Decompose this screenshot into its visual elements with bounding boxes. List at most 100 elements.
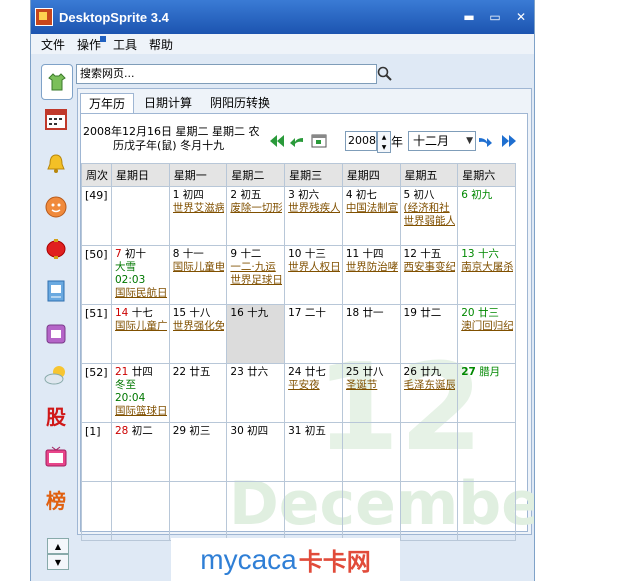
day-cell[interactable]: 9 十二 一二·九运 世界足球日 xyxy=(226,245,286,305)
day-cell[interactable]: 20 廿三 澳门回归纪 xyxy=(457,304,516,364)
festival-link[interactable]: 中国法制宣 xyxy=(346,202,398,215)
shirt-icon[interactable] xyxy=(41,64,73,100)
day-number-line: 21 廿四 xyxy=(115,366,167,379)
face-icon[interactable] xyxy=(43,194,69,220)
day-cell[interactable]: 11 十四 世界防治哮 xyxy=(341,245,401,305)
tab-perpetual-calendar[interactable]: 万年历 xyxy=(80,93,135,114)
day-number-line: 25 廿八 xyxy=(346,366,398,379)
day-cell[interactable]: 5 初八 (经济和社 世界弱能人 xyxy=(399,186,459,246)
next-year-icon[interactable] xyxy=(501,133,517,149)
menu-tools[interactable]: 工具 xyxy=(113,36,137,53)
day-cell[interactable]: 29 初三 xyxy=(168,422,228,482)
festival-link[interactable]: 平安夜 xyxy=(288,379,340,392)
day-cell[interactable]: 10 十三 世界人权日 xyxy=(284,245,343,305)
day-cell[interactable]: 19 廿二 xyxy=(399,304,459,364)
festival-link[interactable]: 世界防治哮 xyxy=(346,261,398,274)
festival-link[interactable]: 一二·九运 xyxy=(230,261,282,274)
year-input[interactable]: 2008 xyxy=(345,131,377,151)
lantern-icon[interactable] xyxy=(43,236,69,262)
day-cell[interactable]: 7 初十 大雪 02:03 国际民航日 xyxy=(111,245,170,305)
month-select-value: 十二月 xyxy=(413,134,450,148)
day-cell[interactable]: 31 初五 xyxy=(284,422,343,482)
ranking-icon[interactable]: 榜 xyxy=(43,486,69,513)
day-cell[interactable]: 12 十五 西安事变纪 xyxy=(399,245,459,305)
day-cell[interactable]: 2 初五 废除一切形 xyxy=(226,186,286,246)
next-month-icon[interactable] xyxy=(477,133,493,149)
festival-link[interactable]: 西安事变纪 xyxy=(404,261,456,274)
search-input[interactable]: 搜索网页... xyxy=(76,64,377,84)
title-bar[interactable]: DesktopSprite 3.4 ▬ ▭ ✕ xyxy=(31,0,534,34)
menu-help[interactable]: 帮助 xyxy=(149,36,173,53)
day-number: 3 xyxy=(288,189,295,201)
day-cell[interactable]: 18 廿一 xyxy=(341,304,401,364)
day-cell[interactable]: 6 初九 xyxy=(457,186,516,246)
festival-link[interactable]: 世界弱能人 xyxy=(404,215,456,228)
day-cell[interactable]: 26 廿九 毛泽东诞辰 xyxy=(399,363,459,423)
day-cell[interactable]: 8 十一 国际儿童电 xyxy=(168,245,228,305)
festival-link[interactable]: 国际儿童电 xyxy=(173,261,225,274)
menu-file[interactable]: 文件 xyxy=(41,36,65,53)
tab-date-calc[interactable]: 日期计算 xyxy=(136,93,200,113)
day-cell[interactable]: 3 初六 世界残疾人 xyxy=(284,186,343,246)
festival-link[interactable]: 国际民航日 xyxy=(115,287,167,300)
year-spinner[interactable]: ▲ ▼ xyxy=(377,131,391,153)
day-cell[interactable]: 13 十六 南京大屠杀 xyxy=(457,245,516,305)
close-button[interactable]: ✕ xyxy=(508,10,534,24)
prev-month-icon[interactable] xyxy=(289,133,305,149)
app-logo-icon xyxy=(35,8,53,26)
day-cell[interactable]: 4 初七 中国法制宣 xyxy=(341,186,401,246)
day-cell[interactable]: 28 初二 xyxy=(111,422,170,482)
day-number: 9 xyxy=(230,248,238,260)
minimize-button[interactable]: ▬ xyxy=(456,10,482,24)
month-select[interactable]: 十二月 ▼ xyxy=(408,131,476,151)
tab-lunar-convert[interactable]: 阴阳历转换 xyxy=(202,93,278,113)
day-cell[interactable]: 21 廿四 冬至 20:04 国际篮球日 xyxy=(111,363,170,423)
tv-icon[interactable] xyxy=(43,444,69,470)
day-cell[interactable]: 27 腊月 xyxy=(457,363,516,423)
bell-icon[interactable] xyxy=(43,151,69,177)
day-cell[interactable]: 17 二十 xyxy=(284,304,343,364)
calendar-icon[interactable] xyxy=(43,106,69,132)
day-cell[interactable]: 14 十七 国际儿童广 xyxy=(111,304,170,364)
day-cell xyxy=(341,481,401,541)
day-cell[interactable]: 15 十八 世界强化免 xyxy=(168,304,228,364)
festival-link[interactable]: 世界残疾人 xyxy=(288,202,340,215)
day-number-line: 8 十一 xyxy=(173,248,225,261)
prev-year-icon[interactable] xyxy=(269,133,285,149)
festival-link[interactable]: 世界艾滋病 xyxy=(173,202,225,215)
festival-link[interactable]: 南京大屠杀 xyxy=(461,261,513,274)
festival-link[interactable]: 毛泽东诞辰 xyxy=(404,379,456,392)
festival-link[interactable]: 废除一切形 xyxy=(230,202,282,215)
weather-icon[interactable] xyxy=(43,362,69,388)
scroll-down-button[interactable]: ▼ xyxy=(47,554,69,570)
day-cell[interactable]: 30 初四 xyxy=(226,422,286,482)
chevron-down-icon[interactable]: ▼ xyxy=(382,144,387,151)
festival-link[interactable]: 国际篮球日 xyxy=(115,405,167,418)
day-cell[interactable]: 1 初四 世界艾滋病 xyxy=(168,186,228,246)
weekday-header: 星期二 xyxy=(226,163,286,187)
day-cell[interactable]: 22 廿五 xyxy=(168,363,228,423)
festival-link[interactable]: 澳门回归纪 xyxy=(461,320,513,333)
maximize-button[interactable]: ▭ xyxy=(482,10,508,24)
phone-book-icon[interactable] xyxy=(43,278,69,304)
search-icon[interactable] xyxy=(377,66,393,82)
day-cell[interactable]: 23 廿六 xyxy=(226,363,286,423)
day-cell[interactable]: 16 十九 xyxy=(226,304,286,364)
festival-link[interactable]: 世界足球日 xyxy=(230,274,282,287)
date-line-1: 2008年12月16日 星期二 星期二 农 xyxy=(83,125,260,138)
festival-link[interactable]: 世界人权日 xyxy=(288,261,340,274)
dropdown-arrow-icon[interactable]: ▼ xyxy=(466,132,473,150)
festival-link[interactable]: 圣诞节 xyxy=(346,379,398,392)
day-number-line: 11 十四 xyxy=(346,248,398,261)
telephone-icon[interactable] xyxy=(43,321,69,347)
stock-icon[interactable]: 股 xyxy=(43,402,69,429)
festival-link[interactable]: (经济和社 xyxy=(404,202,456,215)
scroll-up-button[interactable]: ▲ xyxy=(47,538,69,554)
today-icon[interactable] xyxy=(311,133,327,149)
chevron-up-icon[interactable]: ▲ xyxy=(382,134,387,141)
festival-link[interactable]: 国际儿童广 xyxy=(115,320,167,333)
menu-action[interactable]: 操作 xyxy=(77,35,107,53)
day-cell[interactable]: 25 廿八 圣诞节 xyxy=(341,363,401,423)
day-cell[interactable]: 24 廿七 平安夜 xyxy=(284,363,343,423)
festival-link[interactable]: 世界强化免 xyxy=(173,320,225,333)
